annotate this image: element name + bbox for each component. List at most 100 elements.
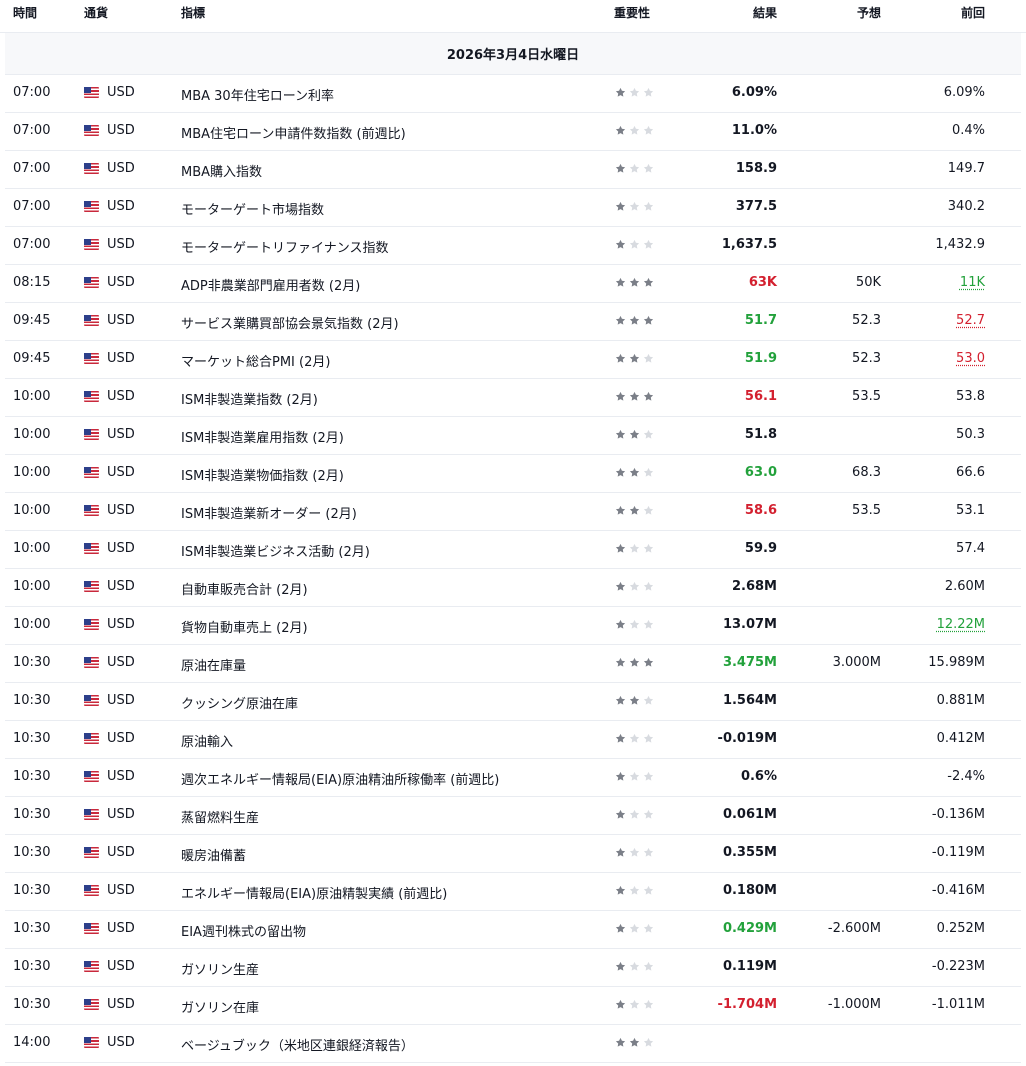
header-previous[interactable]: 前回 — [961, 4, 985, 21]
star-filled-icon — [615, 429, 626, 440]
event-time: 10:00 — [13, 427, 51, 442]
event-time: 10:00 — [13, 617, 51, 632]
header-indicator[interactable]: 指標 — [181, 4, 205, 21]
currency-cell: USD — [84, 1035, 135, 1050]
previous-value[interactable]: 52.7 — [956, 313, 985, 328]
table-row[interactable]: 10:00 USD ISM非製造業指数 (2月) 56.1 53.5 53.8 — [5, 379, 1021, 417]
indicator-name[interactable]: EIA週刊株式の留出物 — [181, 921, 306, 940]
indicator-name[interactable]: 自動車販売合計 (2月) — [181, 579, 308, 598]
table-row[interactable]: 07:00 USD モーターゲートリファイナンス指数 1,637.5 1,432.9 — [5, 227, 1021, 265]
indicator-name[interactable]: MBA購入指数 — [181, 161, 262, 180]
indicator-name[interactable]: 原油輸入 — [181, 731, 233, 750]
table-row[interactable]: 14:00 USD ベージュブック（米地区連銀経済報告） — [5, 1025, 1021, 1063]
indicator-name[interactable]: ISM非製造業雇用指数 (2月) — [181, 427, 344, 446]
event-time: 10:30 — [13, 693, 51, 708]
table-row[interactable]: 07:00 USD MBA住宅ローン申請件数指数 (前週比) 11.0% 0.4% — [5, 113, 1021, 151]
star-filled-icon — [615, 809, 626, 820]
indicator-name[interactable]: ISM非製造業物価指数 (2月) — [181, 465, 344, 484]
indicator-name[interactable]: 週次エネルギー情報局(EIA)原油精油所稼働率 (前週比) — [181, 769, 499, 788]
star-filled-icon — [615, 467, 626, 478]
table-row[interactable]: 10:30 USD 蒸留燃料生産 0.061M -0.136M — [5, 797, 1021, 835]
table-row[interactable]: 07:00 USD MBA 30年住宅ローン利率 6.09% 6.09% — [5, 75, 1021, 113]
event-time: 07:00 — [13, 237, 51, 252]
table-row[interactable]: 09:45 USD サービス業購買部協会景気指数 (2月) 51.7 52.3 52.7 — [5, 303, 1021, 341]
previous-value: 340.2 — [947, 199, 985, 214]
table-row[interactable]: 10:00 USD ISM非製造業新オーダー (2月) 58.6 53.5 53.1 — [5, 493, 1021, 531]
indicator-name[interactable]: ISM非製造業新オーダー (2月) — [181, 503, 357, 522]
currency-code: USD — [107, 769, 135, 784]
table-row[interactable]: 10:30 USD エネルギー情報局(EIA)原油精製実績 (前週比) 0.180M -… — [5, 873, 1021, 911]
previous-value: -0.119M — [931, 845, 985, 860]
indicator-name[interactable]: モーターゲート市場指数 — [181, 199, 324, 218]
indicator-name[interactable]: ガソリン在庫 — [181, 997, 259, 1016]
table-row[interactable]: 10:30 USD ガソリン生産 0.119M -0.223M — [5, 949, 1021, 987]
economic-calendar: 時間 通貨 指標 重要性 結果 予想 前回 2026年3月4日水曜日 07:00… — [0, 0, 1026, 1063]
indicator-name[interactable]: ベージュブック（米地区連銀経済報告） — [181, 1035, 414, 1054]
previous-value[interactable]: 12.22M — [937, 617, 985, 632]
table-row[interactable]: 07:00 USD モーターゲート市場指数 377.5 340.2 — [5, 189, 1021, 227]
table-row[interactable]: 09:45 USD マーケット総合PMI (2月) 51.9 52.3 53.0 — [5, 341, 1021, 379]
indicator-name[interactable]: ガソリン生産 — [181, 959, 259, 978]
indicator-name[interactable]: MBA住宅ローン申請件数指数 (前週比) — [181, 123, 406, 142]
table-row[interactable]: 10:30 USD 暖房油備蓄 0.355M -0.119M — [5, 835, 1021, 873]
indicator-name[interactable]: 貨物自動車売上 (2月) — [181, 617, 308, 636]
star-empty-icon — [643, 809, 654, 820]
previous-value: 53.8 — [956, 389, 985, 404]
us-flag-icon — [84, 353, 99, 364]
currency-cell: USD — [84, 427, 135, 442]
actual-value: 1.564M — [722, 693, 777, 708]
indicator-name[interactable]: エネルギー情報局(EIA)原油精製実績 (前週比) — [181, 883, 447, 902]
table-row[interactable]: 07:00 USD MBA購入指数 158.9 149.7 — [5, 151, 1021, 189]
previous-value: -0.136M — [931, 807, 985, 822]
previous-value: -0.223M — [931, 959, 985, 974]
indicator-name[interactable]: 暖房油備蓄 — [181, 845, 246, 864]
indicator-name[interactable]: ADP非農業部門雇用者数 (2月) — [181, 275, 360, 294]
header-time[interactable]: 時間 — [13, 4, 37, 21]
actual-value: 63.0 — [744, 465, 777, 480]
previous-value: 2.60M — [944, 579, 985, 594]
indicator-name[interactable]: クッシング原油在庫 — [181, 693, 298, 712]
star-filled-icon — [615, 505, 626, 516]
table-row[interactable]: 10:30 USD 原油在庫量 3.475M 3.000M 15.989M — [5, 645, 1021, 683]
table-row[interactable]: 10:00 USD ISM非製造業物価指数 (2月) 63.0 68.3 66.6 — [5, 455, 1021, 493]
previous-value[interactable]: 53.0 — [956, 351, 985, 366]
table-row[interactable]: 10:30 USD 原油輸入 -0.019M 0.412M — [5, 721, 1021, 759]
importance-stars — [615, 125, 654, 136]
currency-cell: USD — [84, 959, 135, 974]
indicator-name[interactable]: 蒸留燃料生産 — [181, 807, 259, 826]
actual-value: -1.704M — [717, 997, 777, 1012]
indicator-name[interactable]: モーターゲートリファイナンス指数 — [181, 237, 388, 256]
star-empty-icon — [643, 695, 654, 706]
table-row[interactable]: 08:15 USD ADP非農業部門雇用者数 (2月) 63K 50K 11K — [5, 265, 1021, 303]
header-forecast[interactable]: 予想 — [857, 4, 881, 21]
us-flag-icon — [84, 201, 99, 212]
star-empty-icon — [643, 429, 654, 440]
table-row[interactable]: 10:30 USD ガソリン在庫 -1.704M -1.000M -1.011M — [5, 987, 1021, 1025]
previous-value[interactable]: 11K — [960, 275, 985, 290]
indicator-name[interactable]: マーケット総合PMI (2月) — [181, 351, 330, 370]
table-row[interactable]: 10:30 USD クッシング原油在庫 1.564M 0.881M — [5, 683, 1021, 721]
indicator-name[interactable]: MBA 30年住宅ローン利率 — [181, 85, 334, 104]
indicator-name[interactable]: サービス業購買部協会景気指数 (2月) — [181, 313, 399, 332]
table-row[interactable]: 10:00 USD 貨物自動車売上 (2月) 13.07M 12.22M — [5, 607, 1021, 645]
indicator-name[interactable]: 原油在庫量 — [181, 655, 246, 674]
table-row[interactable]: 10:30 USD EIA週刊株式の留出物 0.429M -2.600M 0.252M — [5, 911, 1021, 949]
header-currency[interactable]: 通貨 — [84, 4, 108, 21]
table-row[interactable]: 10:30 USD 週次エネルギー情報局(EIA)原油精油所稼働率 (前週比) 0.6… — [5, 759, 1021, 797]
table-row[interactable]: 10:00 USD 自動車販売合計 (2月) 2.68M 2.60M — [5, 569, 1021, 607]
header-actual[interactable]: 結果 — [753, 4, 777, 21]
table-row[interactable]: 10:00 USD ISM非製造業ビジネス活動 (2月) 59.9 57.4 — [5, 531, 1021, 569]
us-flag-icon — [84, 505, 99, 516]
previous-value: 50.3 — [956, 427, 985, 442]
importance-stars — [615, 505, 654, 516]
star-empty-icon — [643, 87, 654, 98]
us-flag-icon — [84, 771, 99, 782]
table-row[interactable]: 10:00 USD ISM非製造業雇用指数 (2月) 51.8 50.3 — [5, 417, 1021, 455]
star-filled-icon — [615, 733, 626, 744]
indicator-name[interactable]: ISM非製造業ビジネス活動 (2月) — [181, 541, 370, 560]
header-importance[interactable]: 重要性 — [614, 4, 650, 21]
indicator-name[interactable]: ISM非製造業指数 (2月) — [181, 389, 318, 408]
star-filled-icon — [615, 239, 626, 250]
star-empty-icon — [643, 961, 654, 972]
star-filled-icon — [629, 315, 640, 326]
